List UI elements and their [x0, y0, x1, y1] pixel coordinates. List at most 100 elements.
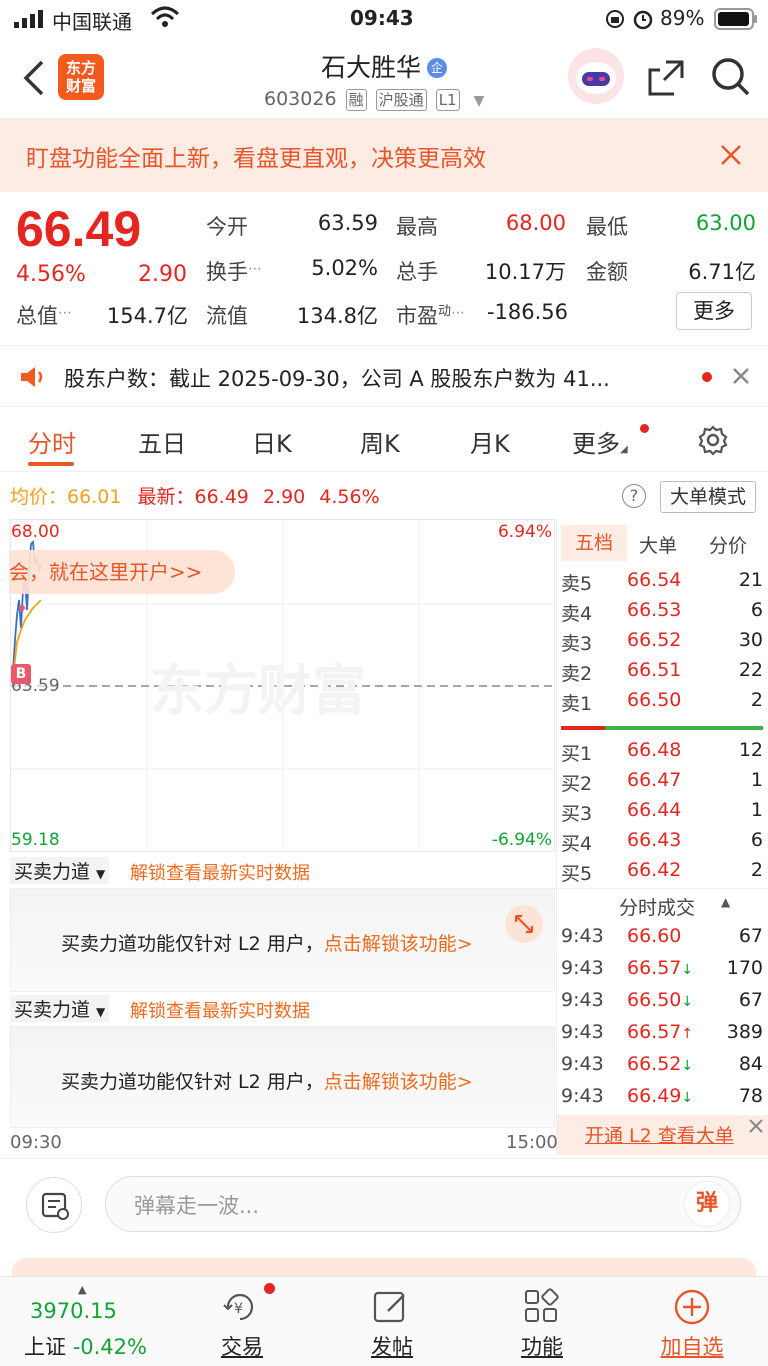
ask-row: 卖2 66.51 22	[561, 659, 763, 685]
turnover-label[interactable]: 换手⋯	[206, 256, 262, 286]
chart-top-price: 68.00	[11, 522, 60, 542]
change-percent: 4.56%	[16, 262, 86, 287]
trade-icon: ¥	[223, 1293, 254, 1321]
tab-five-levels[interactable]: 五档	[561, 525, 627, 561]
index-summary: 上证 -0.42%	[24, 1331, 164, 1361]
enterprise-badge: 企	[427, 58, 447, 78]
grid-icon	[525, 1288, 559, 1322]
open-account-promo[interactable]: 会，就在这里开户>>	[9, 550, 235, 594]
indicator-select[interactable]: 买卖力道 ▼	[10, 995, 110, 1022]
bid-row: 买1 66.48 12	[561, 739, 763, 765]
stock-code: 603026	[264, 88, 337, 110]
open-value: 63.59	[317, 211, 378, 235]
status-bar: 中国联通 09:43 89%	[0, 0, 768, 38]
ask-row: 卖4 66.53 6	[561, 599, 763, 625]
tick-row: 9:43 66.57↑ 389	[561, 1021, 763, 1043]
promo-banner[interactable]: 盯盘功能全面上新，看盘更直观，决策更高效	[0, 118, 768, 192]
ask-row: 卖1 66.50 2	[561, 689, 763, 715]
close-icon[interactable]	[747, 1117, 765, 1139]
search-icon[interactable]	[710, 56, 752, 102]
info-icon: ⋯	[451, 305, 466, 321]
danmu-settings-icon[interactable]	[26, 1177, 82, 1233]
indicator-panel-1[interactable]: 买卖力道功能仅针对 L2 用户，点击解锁该功能>	[10, 888, 555, 992]
float-label: 流值	[206, 304, 248, 328]
active-tab-indicator	[28, 462, 74, 466]
avg-label: 均价：	[10, 486, 68, 508]
indicator-select[interactable]: 买卖力道 ▼	[10, 857, 110, 884]
l2-link[interactable]: 开通 L2 查看大单	[585, 1121, 734, 1148]
pe-value: -186.56	[486, 300, 568, 324]
svg-text:¥: ¥	[234, 1301, 243, 1317]
bottom-nav: ▲ 3970.15 上证 -0.42% ¥ 交易 发帖 功能 加自选	[0, 1276, 768, 1366]
compose-icon	[373, 1291, 405, 1323]
tick-trades: 分时成交 ▲ 9:43 66.60 67 9:43 66.57↓ 170 9:43 66.…	[556, 888, 768, 1155]
current-price: 66.49	[16, 201, 142, 257]
settings-icon[interactable]	[697, 424, 729, 460]
tab-monthly-k[interactable]: 月K	[470, 424, 510, 459]
chart-close-time: 15:00	[506, 1132, 558, 1153]
change-amount: 2.90	[138, 262, 187, 287]
stock-code-line[interactable]: 603026 融 沪股通 L1 ▼	[264, 88, 484, 111]
danmu-toggle-button[interactable]: 弹	[684, 1181, 730, 1227]
bid-row: 买2 66.47 1	[561, 769, 763, 795]
unlock-link[interactable]: 解锁查看最新实时数据	[130, 859, 310, 885]
indicator-header-2: 买卖力道 ▼ 解锁查看最新实时数据	[10, 993, 555, 1025]
caret-down-icon: ▼	[473, 93, 485, 109]
tick-row: 9:43 66.49↓ 78	[561, 1085, 763, 1107]
tab-more[interactable]: 更多◢	[572, 424, 628, 459]
amount-value: 6.71亿	[688, 260, 756, 284]
unlock-feature-link[interactable]: 点击解锁该功能>	[324, 933, 473, 955]
add-icon	[674, 1289, 710, 1325]
expand-icon[interactable]	[505, 905, 543, 943]
signal-icon	[14, 10, 44, 32]
indicator-panel-2[interactable]: 买卖力道功能仅针对 L2 用户，点击解锁该功能>	[10, 1026, 555, 1128]
danmu-input[interactable]: 弹幕走一波... 弹	[105, 1176, 741, 1232]
nav-post-label: 发帖	[371, 1335, 413, 1359]
ask-row: 卖5 66.54 21	[561, 569, 763, 595]
tick-row: 9:43 66.57↓ 170	[561, 957, 763, 979]
ai-robot-avatar[interactable]	[568, 48, 624, 104]
stock-name: 石大胜华	[320, 53, 421, 82]
chart-top-pct: 6.94%	[497, 522, 552, 542]
tab-five-day[interactable]: 五日	[138, 424, 186, 459]
tab-big-orders[interactable]: 大单	[639, 531, 677, 558]
battery-icon	[714, 8, 758, 34]
pe-label[interactable]: 市盈动⋯	[396, 300, 465, 330]
more-quote-button[interactable]: 更多	[676, 292, 752, 330]
low-value: 63.00	[695, 211, 756, 235]
close-icon[interactable]	[732, 367, 750, 389]
clock: 09:43	[350, 6, 414, 30]
tab-weekly-k[interactable]: 周K	[360, 424, 400, 459]
caret-up-icon: ▲	[721, 895, 731, 909]
high-value: 68.00	[505, 211, 566, 235]
tab-price-volume[interactable]: 分价	[709, 531, 747, 558]
tab-daily-k[interactable]: 日K	[252, 424, 292, 459]
sell-strength-bar	[561, 726, 605, 730]
tick-title[interactable]: 分时成交	[619, 893, 695, 920]
high-label: 最高	[396, 215, 438, 239]
mktcap-label[interactable]: 总值⋯	[16, 300, 72, 330]
l2-promo[interactable]: 开通 L2 查看大单	[557, 1115, 768, 1155]
latest-label: 最新：	[137, 486, 195, 508]
tab-intraday[interactable]: 分时	[28, 424, 76, 459]
turnover-value: 5.02%	[311, 256, 378, 280]
big-order-mode-button[interactable]: 大单模式	[660, 481, 756, 513]
buy-marker[interactable]: B	[11, 664, 31, 684]
low-label: 最低	[586, 215, 628, 239]
shareholder-notice[interactable]: 股东户数：截止 2025-09-30，公司 A 股股东户数为 41...	[0, 345, 768, 407]
close-icon[interactable]	[720, 144, 742, 170]
chart-bottom-pct: -6.94%	[491, 830, 552, 850]
wifi-icon	[150, 6, 180, 32]
tick-row: 9:43 66.52↓ 84	[561, 1053, 763, 1075]
unlock-feature-link[interactable]: 点击解锁该功能>	[324, 1071, 473, 1093]
amount-label: 金额	[586, 260, 628, 284]
nav-add-label: 加自选	[660, 1335, 724, 1359]
intraday-info: 均价：66.01 最新：66.49 2.90 4.56%	[10, 482, 380, 509]
l2-notice: 买卖力道功能仅针对 L2 用户，点击解锁该功能>	[61, 933, 473, 955]
latest-change: 2.90	[262, 486, 306, 508]
share-icon[interactable]	[646, 58, 686, 102]
unlock-link[interactable]: 解锁查看最新实时数据	[130, 997, 310, 1023]
help-icon[interactable]: ?	[622, 484, 646, 508]
hgt-tag: 沪股通	[375, 89, 427, 111]
index-change: -0.42%	[72, 1335, 147, 1359]
